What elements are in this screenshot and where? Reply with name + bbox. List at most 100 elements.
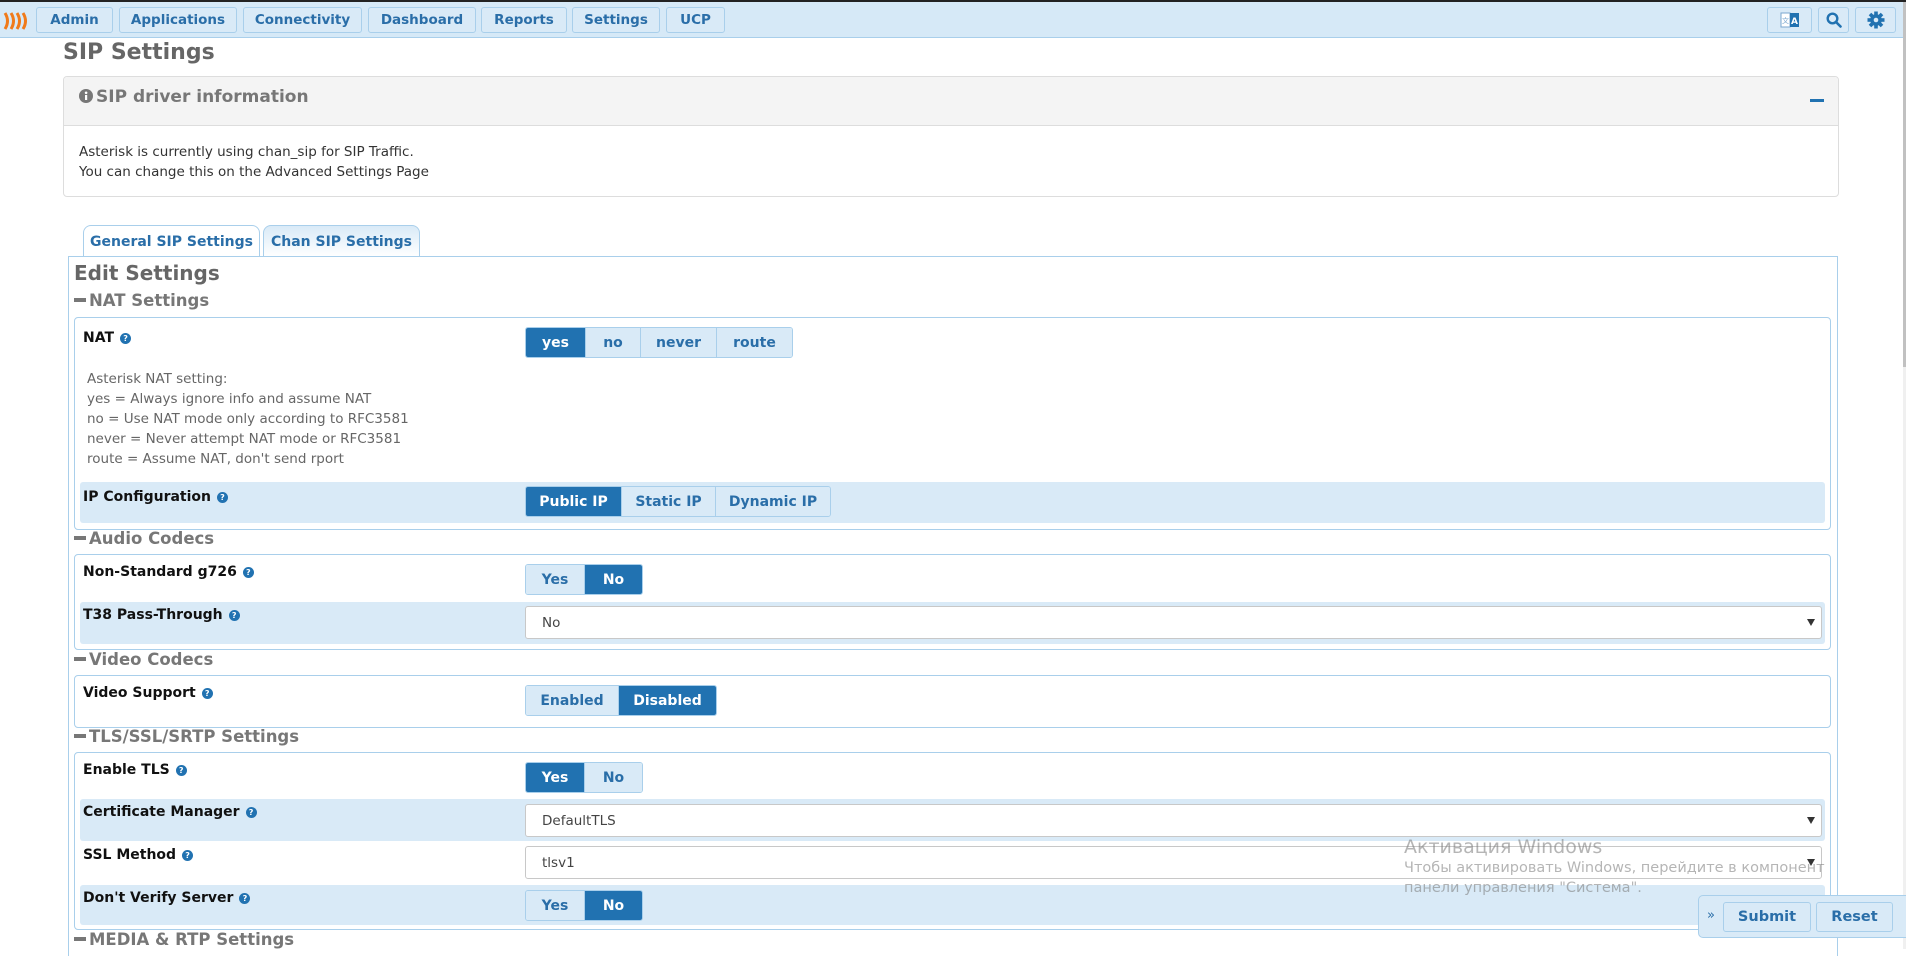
nav-connectivity[interactable]: Connectivity — [243, 7, 362, 33]
video-option-disabled[interactable]: Disabled — [619, 686, 716, 715]
edit-settings-title: Edit Settings — [74, 261, 220, 285]
collapse-icon — [74, 298, 86, 302]
tls-option-yes[interactable]: Yes — [526, 763, 585, 792]
g726-option-yes[interactable]: Yes — [526, 565, 585, 594]
g726-row: Non-Standard g726? Yes No — [80, 559, 1825, 601]
section-tls-settings[interactable]: TLS/SSL/SRTP Settings — [74, 727, 299, 746]
freepbx-logo-icon[interactable] — [3, 11, 31, 31]
floating-action-bar: » Submit Reset — [1698, 895, 1906, 938]
help-icon[interactable]: ? — [242, 567, 254, 578]
section-audio-codecs[interactable]: Audio Codecs — [74, 529, 214, 548]
g726-option-no[interactable]: No — [585, 565, 642, 594]
help-line: route = Assume NAT, don't send rport — [87, 451, 344, 467]
tab-general-sip-settings[interactable]: General SIP Settings — [83, 225, 260, 257]
dont-verify-server-label: Don't Verify Server? — [83, 890, 251, 906]
ip-option-static[interactable]: Static IP — [622, 487, 716, 516]
g726-radio-group: Yes No — [525, 564, 643, 595]
certificate-manager-row: Certificate Manager? DefaultTLS — [80, 799, 1825, 841]
nat-option-no[interactable]: no — [586, 328, 641, 357]
certificate-manager-select[interactable]: DefaultTLS — [525, 804, 1822, 837]
help-icon[interactable]: ? — [217, 492, 228, 503]
video-option-enabled[interactable]: Enabled — [526, 686, 619, 715]
help-icon[interactable]: ? — [228, 610, 240, 621]
section-media-rtp-settings[interactable]: MEDIA & RTP Settings — [74, 930, 294, 949]
tab-chan-sip-settings[interactable]: Chan SIP Settings — [263, 225, 420, 257]
enable-tls-radio-group: Yes No — [525, 762, 643, 793]
certificate-selected-value: DefaultTLS — [542, 812, 616, 829]
reset-button[interactable]: Reset — [1816, 902, 1893, 932]
section-nat-settings[interactable]: NAT Settings — [74, 291, 209, 310]
dropdown-caret-icon — [1807, 619, 1815, 626]
svg-text:文: 文 — [1782, 16, 1789, 25]
collapse-icon — [74, 657, 86, 661]
nat-help-text: Asterisk NAT setting: yes = Always ignor… — [87, 369, 409, 469]
dropdown-caret-icon — [1807, 817, 1815, 824]
help-icon[interactable]: ? — [245, 807, 257, 818]
help-icon[interactable]: ? — [239, 893, 251, 904]
gear-icon — [1867, 11, 1884, 29]
help-icon[interactable]: ? — [182, 850, 194, 861]
ip-option-public[interactable]: Public IP — [526, 487, 622, 516]
help-icon[interactable]: ? — [120, 333, 132, 344]
collapse-icon — [74, 937, 86, 941]
section-title: MEDIA & RTP Settings — [89, 930, 295, 949]
search-button[interactable] — [1818, 7, 1849, 33]
nav-admin[interactable]: Admin — [36, 7, 113, 33]
info-line: Asterisk is currently using chan_sip for… — [79, 144, 414, 160]
g726-label: Non-Standard g726? — [83, 564, 254, 580]
settings-button[interactable] — [1855, 7, 1896, 33]
language-icon: A 文 — [1780, 12, 1799, 28]
expand-chevron-icon[interactable]: » — [1707, 908, 1715, 923]
sip-driver-info-panel: SIP driver information Asterisk is curre… — [63, 76, 1839, 197]
nat-option-never[interactable]: never — [641, 328, 717, 357]
verify-option-yes[interactable]: Yes — [526, 891, 585, 920]
nat-label: NAT? — [83, 330, 132, 346]
section-video-codecs[interactable]: Video Codecs — [74, 650, 213, 669]
nat-option-route[interactable]: route — [717, 328, 792, 357]
svg-text:A: A — [1791, 17, 1798, 27]
verify-option-no[interactable]: No — [585, 891, 642, 920]
t38-row: T38 Pass-Through? No — [80, 602, 1825, 644]
help-icon[interactable]: ? — [175, 765, 187, 776]
dont-verify-server-row: Don't Verify Server? Yes No — [80, 885, 1825, 925]
collapse-icon — [74, 734, 86, 738]
nat-row: NAT? yes no never route — [80, 324, 1825, 364]
info-panel-header[interactable]: SIP driver information — [64, 77, 1838, 126]
t38-label: T38 Pass-Through? — [83, 607, 240, 623]
section-title: TLS/SSL/SRTP Settings — [89, 727, 300, 746]
ssl-method-select[interactable]: tlsv1 — [525, 846, 1822, 879]
page-title: SIP Settings — [63, 40, 215, 65]
tls-option-no[interactable]: No — [585, 763, 642, 792]
nat-option-yes[interactable]: yes — [526, 328, 586, 357]
help-icon[interactable]: ? — [201, 688, 213, 699]
t38-selected-value: No — [542, 614, 561, 631]
section-title: Audio Codecs — [89, 529, 215, 548]
ip-configuration-radio-group: Public IP Static IP Dynamic IP — [525, 486, 831, 517]
dropdown-caret-icon — [1807, 859, 1815, 866]
ssl-method-selected-value: tlsv1 — [542, 854, 575, 871]
nav-settings[interactable]: Settings — [572, 7, 660, 33]
nav-reports[interactable]: Reports — [481, 7, 567, 33]
help-line: never = Never attempt NAT mode or RFC358… — [87, 431, 402, 447]
help-line: Asterisk NAT setting: — [87, 371, 228, 387]
nav-ucp[interactable]: UCP — [666, 7, 725, 33]
section-title: NAT Settings — [89, 291, 210, 310]
video-support-radio-group: Enabled Disabled — [525, 685, 717, 716]
info-line: You can change this on the Advanced Sett… — [79, 164, 429, 180]
nav-applications[interactable]: Applications — [119, 7, 237, 33]
video-support-label: Video Support? — [83, 685, 213, 701]
dont-verify-server-radio-group: Yes No — [525, 890, 643, 921]
t38-select[interactable]: No — [525, 606, 1822, 639]
enable-tls-label: Enable TLS? — [83, 762, 187, 778]
nav-dashboard[interactable]: Dashboard — [368, 7, 476, 33]
collapse-icon[interactable] — [1810, 99, 1824, 102]
help-line: yes = Always ignore info and assume NAT — [87, 391, 372, 407]
section-title: Video Codecs — [89, 650, 214, 669]
ip-option-dynamic[interactable]: Dynamic IP — [716, 487, 830, 516]
top-navbar: Admin Applications Connectivity Dashboar… — [0, 2, 1903, 38]
help-line: no = Use NAT mode only according to RFC3… — [87, 411, 409, 427]
video-support-row: Video Support? Enabled Disabled — [80, 680, 1825, 722]
language-button[interactable]: A 文 — [1767, 7, 1812, 33]
submit-button[interactable]: Submit — [1723, 902, 1811, 932]
certificate-manager-label: Certificate Manager? — [83, 804, 257, 820]
